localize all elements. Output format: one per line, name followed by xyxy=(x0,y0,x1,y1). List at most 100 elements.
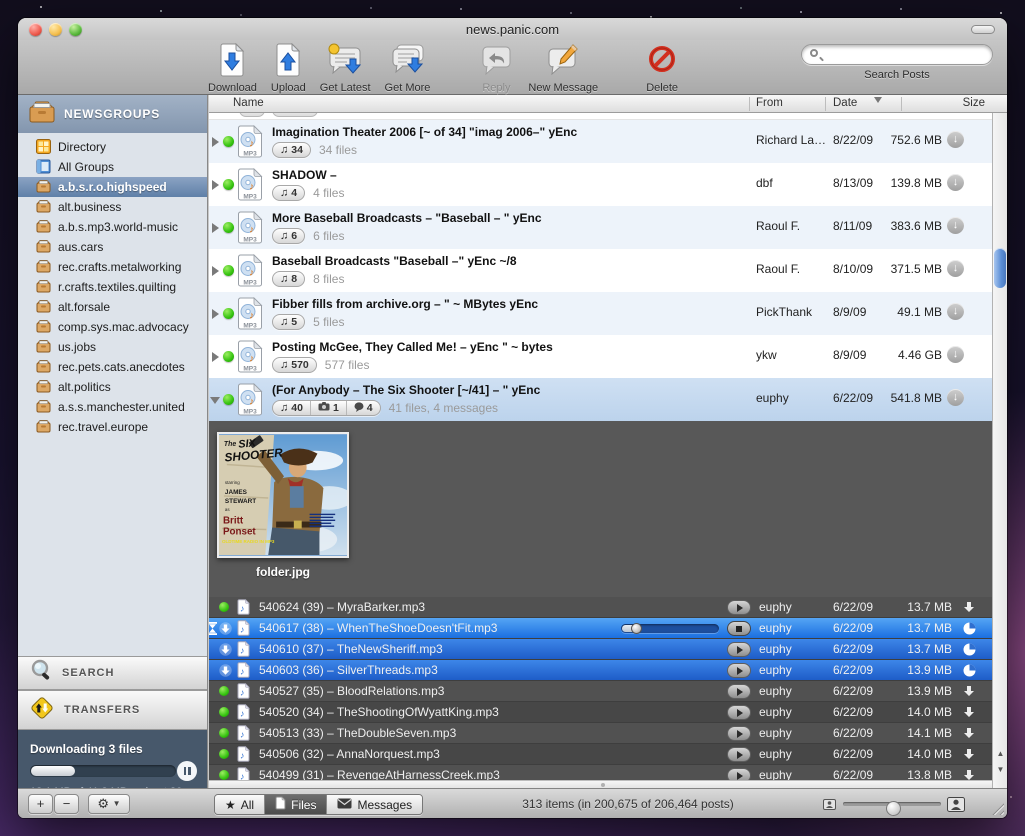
sidebar-item-alt-politics[interactable]: alt.politics xyxy=(18,377,207,397)
download-file-icon[interactable] xyxy=(963,727,976,740)
download-thread-button[interactable]: ↓ xyxy=(947,131,964,148)
column-header-row[interactable]: Name From Date Size xyxy=(209,95,1007,113)
file-row[interactable]: ♪540499 (31) – RevengeAtHarnessCreek.mp3… xyxy=(209,765,992,780)
sidebar-item-r-crafts-textiles-quilting[interactable]: r.crafts.textiles.quilting xyxy=(18,277,207,297)
disclosure-closed-icon[interactable] xyxy=(212,309,219,319)
sidebar-item-a-b-s-r-o-highspeed[interactable]: a.b.s.r.o.highspeed xyxy=(18,177,207,197)
download-file-icon[interactable] xyxy=(963,748,976,761)
action-menu-button[interactable]: ⚙ ▼ xyxy=(88,794,130,814)
slider-knob[interactable] xyxy=(886,801,901,816)
window-resize-grip[interactable] xyxy=(989,800,1004,815)
sidebar-item-rec-crafts-metalworking[interactable]: rec.crafts.metalworking xyxy=(18,257,207,277)
file-row[interactable]: ♪540506 (32) – AnnaNorquest.mp3euphy6/22… xyxy=(209,744,992,765)
disclosure-closed-icon[interactable] xyxy=(212,266,219,276)
thread-row[interactable]: ♪MP3Posting McGee, They Called Me! – yEn… xyxy=(209,335,992,378)
search-input[interactable] xyxy=(828,47,986,62)
download-pending-clock-icon[interactable] xyxy=(963,664,976,677)
toolbar-button-download[interactable]: Download xyxy=(208,43,257,96)
toolbar-button-get-latest[interactable]: Get Latest xyxy=(320,43,371,96)
slider-track[interactable] xyxy=(843,802,941,806)
download-thread-button[interactable]: ↓ xyxy=(947,346,964,363)
remove-button[interactable]: − xyxy=(54,794,79,814)
sidebar-item-a-s-s-manchester-united[interactable]: a.s.s.manchester.united xyxy=(18,397,207,417)
thread-row[interactable]: ♪MP3Baseball Broadcasts "Baseball –" yEn… xyxy=(209,249,992,292)
clipped-thread-row[interactable] xyxy=(209,113,992,120)
horizontal-scrollbar[interactable] xyxy=(209,780,992,788)
thread-row[interactable]: ♪MP3Fibber fills from archive.org – " ~ … xyxy=(209,292,992,335)
play-button[interactable] xyxy=(727,663,751,678)
search-field[interactable] xyxy=(801,44,993,65)
file-row[interactable]: ♪540617 (38) – WhenTheShoeDoesn'tFit.mp3… xyxy=(209,618,992,639)
search-section-header[interactable]: SEARCH xyxy=(18,656,207,690)
download-file-icon[interactable] xyxy=(963,769,976,780)
play-button[interactable] xyxy=(727,705,751,720)
file-row[interactable]: ♪540610 (37) – TheNewSheriff.mp3euphy6/2… xyxy=(209,639,992,660)
pause-button[interactable] xyxy=(177,761,197,781)
attachment-filename[interactable]: folder.jpg xyxy=(217,565,349,579)
filter-tab-files[interactable]: Files xyxy=(264,795,326,814)
download-file-icon[interactable] xyxy=(963,601,976,614)
download-pending-clock-icon[interactable] xyxy=(963,622,976,635)
download-pending-clock-icon[interactable] xyxy=(963,643,976,656)
sidebar-item-rec-pets-cats-anecdotes[interactable]: rec.pets.cats.anecdotes xyxy=(18,357,207,377)
play-button[interactable] xyxy=(727,642,751,657)
download-thread-button[interactable]: ↓ xyxy=(947,174,964,191)
toolbar-button-reply[interactable]: Reply xyxy=(478,43,514,96)
sidebar-item-aus-cars[interactable]: aus.cars xyxy=(18,237,207,257)
scrollbar-thumb[interactable] xyxy=(994,248,1006,288)
download-file-icon[interactable] xyxy=(963,685,976,698)
disclosure-closed-icon[interactable] xyxy=(212,223,219,233)
file-row[interactable]: ♪540520 (34) – TheShootingOfWyattKing.mp… xyxy=(209,702,992,723)
thread-row[interactable]: ♪MP3(For Anybody – The Six Shooter [~/41… xyxy=(209,378,992,421)
sidebar-item-all-groups[interactable]: All Groups xyxy=(18,157,207,177)
sidebar-item-directory[interactable]: Directory xyxy=(18,137,207,157)
column-date[interactable]: Date xyxy=(833,97,857,109)
vertical-scrollbar[interactable]: ▲ ▼ xyxy=(992,113,1007,788)
download-file-icon[interactable] xyxy=(963,706,976,719)
file-row[interactable]: ♪540603 (36) – SilverThreads.mp3euphy6/2… xyxy=(209,660,992,681)
sidebar-item-a-b-s-mp3-world-music[interactable]: a.b.s.mp3.world-music xyxy=(18,217,207,237)
disclosure-open-icon[interactable] xyxy=(210,397,220,404)
filter-tab-all[interactable]: ★All xyxy=(215,795,264,814)
scroll-up-button[interactable]: ▲ xyxy=(993,746,1007,762)
toolbar-button-delete[interactable]: Delete xyxy=(646,43,678,96)
file-row[interactable]: ♪540513 (33) – TheDoubleSeven.mp3euphy6/… xyxy=(209,723,992,744)
sidebar-item-us-jobs[interactable]: us.jobs xyxy=(18,337,207,357)
transfers-section-header[interactable]: TRANSFERS xyxy=(18,690,207,730)
scroll-down-button[interactable]: ▼ xyxy=(993,762,1007,778)
thread-row[interactable]: ♪MP3More Baseball Broadcasts – "Baseball… xyxy=(209,206,992,249)
disclosure-closed-icon[interactable] xyxy=(212,137,219,147)
column-size[interactable]: Size xyxy=(963,97,985,109)
play-button[interactable] xyxy=(727,768,751,780)
sidebar-item-rec-travel-europe[interactable]: rec.travel.europe xyxy=(18,417,207,437)
play-button[interactable] xyxy=(727,726,751,741)
stop-button[interactable] xyxy=(727,621,751,636)
playback-scrubber[interactable] xyxy=(621,624,719,633)
album-art-thumbnail[interactable]: The SIX SHOOTER starring JAMES STEWART a… xyxy=(217,432,349,558)
scrubber-knob[interactable] xyxy=(631,623,642,634)
toolbar-button-new-message[interactable]: New Message xyxy=(528,43,598,96)
play-button[interactable] xyxy=(727,747,751,762)
toolbar-button-get-more[interactable]: Get More xyxy=(385,43,431,96)
download-thread-button[interactable]: ↓ xyxy=(947,217,964,234)
column-name[interactable]: Name xyxy=(233,97,264,109)
download-thread-button[interactable]: ↓ xyxy=(947,389,964,406)
disclosure-closed-icon[interactable] xyxy=(212,180,219,190)
file-row[interactable]: ♪540527 (35) – BloodRelations.mp3euphy6/… xyxy=(209,681,992,702)
newsgroups-section-header[interactable]: NEWSGROUPS xyxy=(18,95,207,133)
sidebar-item-comp-sys-mac-advocacy[interactable]: comp.sys.mac.advocacy xyxy=(18,317,207,337)
thread-row[interactable]: ♪MP3Imagination Theater 2006 [~ of 34] "… xyxy=(209,120,992,163)
toolbar-toggle-pill-button[interactable] xyxy=(971,25,995,34)
file-row[interactable]: ♪540624 (39) – MyraBarker.mp3euphy6/22/0… xyxy=(209,597,992,618)
sidebar-item-alt-business[interactable]: alt.business xyxy=(18,197,207,217)
column-from[interactable]: From xyxy=(756,97,783,109)
toolbar-button-upload[interactable]: Upload xyxy=(271,43,306,96)
add-button[interactable]: + xyxy=(28,794,53,814)
play-button[interactable] xyxy=(727,684,751,699)
filter-tab-messages[interactable]: Messages xyxy=(326,795,422,814)
play-button[interactable] xyxy=(727,600,751,615)
download-thread-button[interactable]: ↓ xyxy=(947,303,964,320)
download-thread-button[interactable]: ↓ xyxy=(947,260,964,277)
thread-row[interactable]: ♪MP3SHADOW –♫44 filesdbf8/13/09139.8 MB↓ xyxy=(209,163,992,206)
title-bar[interactable]: news.panic.com xyxy=(18,18,1007,40)
